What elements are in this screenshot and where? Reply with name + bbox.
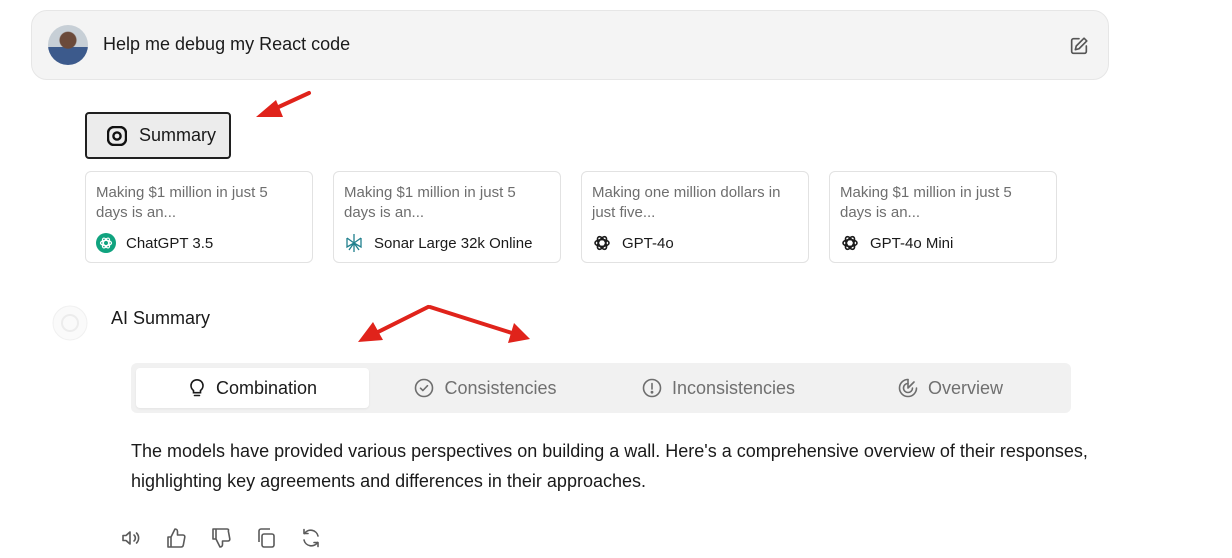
chatgpt-icon xyxy=(96,233,116,253)
card-snippet: Making $1 million in just 5 days is an..… xyxy=(96,184,268,221)
summary-tabs: Combination Consistencies Inconsistencie… xyxy=(131,363,1071,413)
ai-logo-icon xyxy=(52,305,88,341)
card-snippet: Making one million dollars in just five.… xyxy=(592,184,781,221)
avatar xyxy=(48,25,88,65)
card-model-name: GPT-4o Mini xyxy=(870,234,954,252)
tab-label: Overview xyxy=(927,377,1003,398)
card-model: Sonar Large 32k Online xyxy=(344,233,532,253)
regenerate-icon[interactable] xyxy=(300,527,322,549)
summary-icon xyxy=(107,125,127,146)
edit-icon[interactable] xyxy=(1068,35,1090,57)
tab-inconsistencies[interactable]: Inconsistencies xyxy=(602,368,835,408)
alert-circle-icon xyxy=(642,378,662,398)
prompt-bar: Help me debug my React code xyxy=(31,10,1109,80)
card-model: GPT-4o xyxy=(592,233,674,253)
card-model-name: Sonar Large 32k Online xyxy=(374,234,533,252)
tab-overview[interactable]: Overview xyxy=(835,368,1066,408)
copy-icon[interactable] xyxy=(255,527,277,549)
openai-icon xyxy=(594,235,610,251)
model-card-chatgpt-3-5[interactable]: Making $1 million in just 5 days is an..… xyxy=(85,171,313,263)
summary-button[interactable]: Summary xyxy=(85,112,231,159)
arrow-to-combination xyxy=(374,305,430,335)
model-card-sonar[interactable]: Making $1 million in just 5 days is an..… xyxy=(333,171,561,263)
card-model: ChatGPT 3.5 xyxy=(96,233,213,253)
ai-summary-label: AI Summary xyxy=(111,308,211,328)
message-actions xyxy=(120,527,345,549)
tab-label: Combination xyxy=(215,377,318,398)
card-model-name: ChatGPT 3.5 xyxy=(126,234,214,252)
thumbs-down-icon[interactable] xyxy=(210,527,232,549)
model-card-gpt-4o-mini[interactable]: Making $1 million in just 5 days is an..… xyxy=(829,171,1057,263)
speaker-icon[interactable] xyxy=(120,527,142,549)
tab-consistencies[interactable]: Consistencies xyxy=(369,368,602,408)
perplexity-icon xyxy=(346,234,362,252)
tab-label: Consistencies xyxy=(444,377,557,398)
tab-combination[interactable]: Combination xyxy=(136,368,369,408)
arrow-to-consistencies xyxy=(428,305,514,335)
chart-icon xyxy=(898,378,918,398)
card-model-name: GPT-4o xyxy=(622,234,674,252)
card-snippet: Making $1 million in just 5 days is an..… xyxy=(344,184,516,221)
lightbulb-icon xyxy=(190,378,204,397)
summary-button-label: Summary xyxy=(139,125,217,145)
model-card-gpt-4o[interactable]: Making one million dollars in just five.… xyxy=(581,171,809,263)
card-snippet: Making $1 million in just 5 days is an..… xyxy=(840,184,1012,221)
summary-body-text: The models have provided various perspec… xyxy=(131,441,1088,491)
check-circle-icon xyxy=(415,378,434,398)
openai-icon xyxy=(842,235,858,251)
prompt-text: Help me debug my React code xyxy=(103,34,351,54)
thumbs-up-icon[interactable] xyxy=(165,527,187,549)
card-model: GPT-4o Mini xyxy=(840,233,953,253)
arrow-to-summary xyxy=(270,91,311,112)
tab-label: Inconsistencies xyxy=(671,377,796,398)
